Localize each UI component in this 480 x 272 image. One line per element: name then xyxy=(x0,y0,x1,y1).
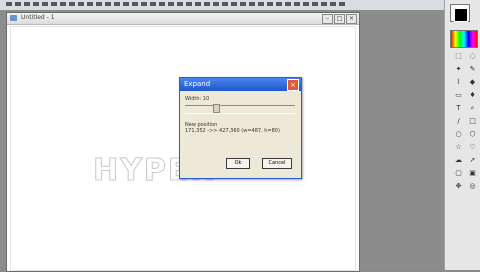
brush-icon[interactable]: ⌇ xyxy=(453,78,464,87)
dropper-icon[interactable]: ◎ xyxy=(467,182,478,191)
text-icon[interactable]: T xyxy=(453,104,464,113)
window-buttons: – □ × xyxy=(322,14,357,24)
rect-icon[interactable]: □ xyxy=(467,117,478,126)
star-icon[interactable]: ☆ xyxy=(453,143,464,152)
callout-icon[interactable]: ▢ xyxy=(453,169,464,178)
minimize-button[interactable]: – xyxy=(322,14,333,24)
cloud-icon[interactable]: ☁ xyxy=(453,156,464,165)
color-palette[interactable] xyxy=(450,30,478,48)
wand-icon[interactable]: ✦ xyxy=(453,65,464,74)
document-titlebar[interactable]: Untitled - 1 – □ × xyxy=(7,13,359,25)
close-button[interactable]: × xyxy=(346,14,357,24)
tool-panel: ⬚ ◌ ✦ ✎ ⌇ ◆ ▭ ♦ T ⌕ / □ ○ ⬡ ☆ ♡ ☁ ➚ ▢ ▣ ✥ ◎ xyxy=(444,0,480,270)
shape-icon[interactable]: ⬡ xyxy=(467,130,478,139)
expand-dialog[interactable]: Expand × Width: 10 New position 171,352 … xyxy=(179,77,302,179)
line-icon[interactable]: / xyxy=(453,117,464,126)
fill-icon[interactable]: ◆ xyxy=(467,78,478,87)
cancel-button[interactable]: Cancel xyxy=(262,158,292,169)
heart-icon[interactable]: ♡ xyxy=(467,143,478,152)
zoom-icon[interactable]: ⌕ xyxy=(467,104,478,113)
toolbar-strip xyxy=(6,2,346,6)
dialog-title: Expand xyxy=(184,80,211,88)
frame-icon[interactable]: ▣ xyxy=(467,169,478,178)
select-icon[interactable]: ⬚ xyxy=(453,52,464,61)
eraser-icon[interactable]: ▭ xyxy=(453,91,464,100)
ok-button[interactable]: Ok xyxy=(226,158,250,169)
top-toolbar xyxy=(0,0,480,10)
dialog-close-button[interactable]: × xyxy=(287,79,299,91)
pencil-icon[interactable]: ✎ xyxy=(467,65,478,74)
document-icon xyxy=(10,15,17,21)
pan-icon[interactable]: ✥ xyxy=(453,182,464,191)
document-title: Untitled - 1 xyxy=(21,14,55,21)
dialog-titlebar[interactable]: Expand × xyxy=(180,78,301,91)
width-label: Width: 10 xyxy=(185,96,210,102)
maximize-button[interactable]: □ xyxy=(334,14,345,24)
arrow-icon[interactable]: ➚ xyxy=(467,156,478,165)
position-value: 171,352 ->> 427,360 (w=487, h=80) xyxy=(185,128,280,134)
ellipse-icon[interactable]: ○ xyxy=(453,130,464,139)
lasso-icon[interactable]: ◌ xyxy=(467,52,478,61)
slider-thumb[interactable] xyxy=(212,104,220,113)
width-slider[interactable] xyxy=(185,104,295,114)
eyedropper-icon[interactable]: ♦ xyxy=(467,91,478,100)
foreground-color-swatch[interactable] xyxy=(454,8,468,22)
